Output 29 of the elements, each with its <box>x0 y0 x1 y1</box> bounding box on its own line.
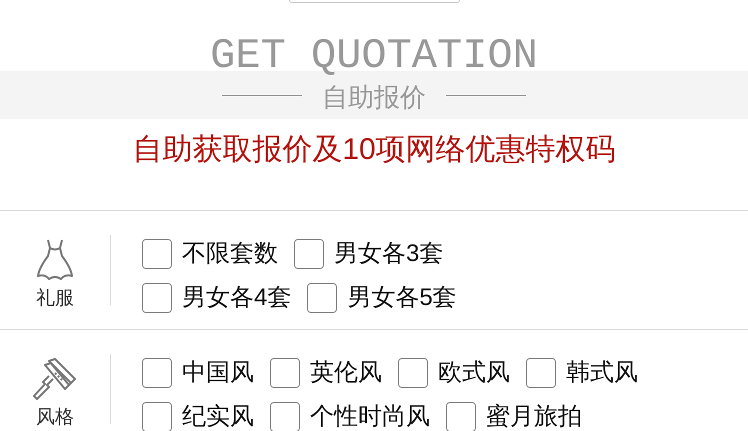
checkbox[interactable] <box>398 358 428 388</box>
option-label: 韩式风 <box>566 358 638 388</box>
checkbox[interactable] <box>446 402 476 431</box>
page-title: GET QUOTATION <box>210 33 538 79</box>
checkbox[interactable] <box>270 402 300 431</box>
option-label: 男女各3套 <box>334 239 444 269</box>
option-label: 纪实风 <box>182 402 254 431</box>
option-label: 欧式风 <box>438 358 510 388</box>
category-label: 风格 <box>36 407 74 429</box>
option-label: 英伦风 <box>310 358 382 388</box>
checkbox[interactable] <box>270 358 300 388</box>
option-label: 男女各5套 <box>347 283 457 313</box>
checkbox[interactable] <box>142 402 172 431</box>
category-label: 礼服 <box>36 288 74 310</box>
option-label: 不限套数 <box>182 239 278 269</box>
subtitle: 自助报价 <box>322 81 426 112</box>
dress-icon <box>35 238 75 282</box>
option-label: 中国风 <box>182 358 254 388</box>
paint-roller-icon <box>33 357 77 401</box>
checkbox[interactable] <box>307 283 338 313</box>
checkbox[interactable] <box>142 283 172 313</box>
checkbox[interactable] <box>142 358 172 388</box>
option-label: 蜜月旅拍 <box>486 402 582 431</box>
tagline: 自助获取报价及10项网络优惠特权码 <box>132 133 616 167</box>
checkbox[interactable] <box>294 239 324 269</box>
checkbox[interactable] <box>142 239 172 269</box>
option-label: 男女各4套 <box>182 283 292 313</box>
option-label: 个性时尚风 <box>310 402 430 431</box>
checkbox[interactable] <box>526 358 556 388</box>
